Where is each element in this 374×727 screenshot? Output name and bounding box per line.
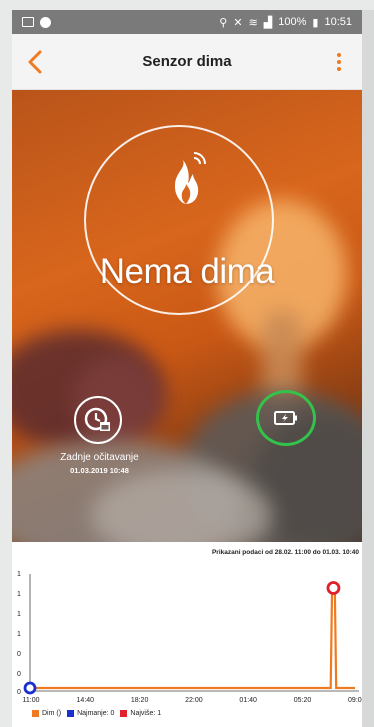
battery-icon: ▮	[312, 16, 319, 29]
legend-swatch	[67, 710, 75, 717]
clock-time: 10:51	[324, 16, 352, 28]
series-line-smoke	[30, 586, 355, 690]
smoke-history-chart: Prikazani podaci od 28.02. 11:00 do 01.0…	[12, 542, 362, 727]
max-point-marker	[326, 581, 341, 595]
legend-label: Dim ()	[42, 710, 62, 717]
wifi-icon: ≋	[248, 16, 258, 29]
edge-strip	[362, 10, 374, 727]
legend-item: Najviše: 1	[120, 710, 161, 717]
battery-status-button[interactable]	[256, 390, 316, 446]
battery-percent: 100%	[278, 16, 307, 28]
mute-icon: ✕	[233, 16, 243, 29]
last-reading-label: Zadnje očitavanje	[60, 452, 139, 463]
page-title: Senzor dima	[142, 53, 232, 70]
y-tick-label: 0	[17, 689, 21, 696]
last-reading-date: 01.03.2019 10:48	[70, 466, 129, 475]
image-notification-icon	[22, 17, 34, 27]
x-tick-label: 01:40	[239, 697, 257, 704]
legend-label: Najmanje: 0	[77, 710, 115, 717]
y-tick-label: 1	[17, 611, 21, 618]
last-reading-button[interactable]	[74, 396, 122, 444]
phone-screen: ⚲ ✕ ≋ ▟ 100% ▮ 10:51 Senzor dima Nema di…	[12, 10, 362, 727]
battery-charging-icon	[274, 411, 297, 425]
legend-item: Najmanje: 0	[67, 710, 114, 717]
y-tick-label: 0	[17, 671, 21, 678]
x-tick-label: 09:00	[348, 697, 362, 704]
chevron-left-icon	[28, 50, 42, 73]
more-vertical-icon	[337, 52, 341, 57]
location-icon: ⚲	[219, 16, 228, 29]
back-button[interactable]	[12, 34, 58, 90]
y-tick-label: 1	[17, 631, 21, 638]
flame-wireless-icon	[174, 152, 206, 204]
x-tick-label: 11:00	[23, 697, 40, 704]
sensor-hero: Nema dima Zadnje očitavanje 01.03.2019 1…	[12, 90, 362, 542]
legend-swatch	[120, 710, 128, 717]
x-tick-label: 05:20	[294, 697, 312, 704]
clock-calendar-icon	[84, 407, 110, 431]
y-tick-label: 1	[17, 571, 21, 578]
chart-plot: 111100011:00 14:40 18:20 22:00 01:40 05:20 09:…	[17, 571, 362, 704]
smoke-status-text: Nema dima	[99, 252, 275, 291]
chart-legend: Dim () Najmanje: 0 Najviše: 1	[32, 710, 161, 717]
x-tick-label: 22:00	[185, 697, 203, 704]
x-tick-label: 18:20	[131, 697, 149, 704]
y-tick-label: 0	[17, 651, 21, 658]
legend-label: Najviše: 1	[130, 710, 162, 717]
whatsapp-notification-icon	[40, 16, 51, 28]
legend-item: Dim ()	[32, 710, 61, 717]
x-tick-label: 14:40	[77, 697, 95, 704]
app-bar: Senzor dima	[12, 34, 362, 90]
min-point-marker	[23, 681, 37, 695]
legend-swatch	[32, 710, 39, 717]
overflow-menu-button[interactable]	[316, 34, 362, 90]
signal-icon: ▟	[263, 16, 273, 29]
y-tick-label: 1	[17, 591, 21, 598]
status-bar: ⚲ ✕ ≋ ▟ 100% ▮ 10:51	[12, 10, 362, 34]
